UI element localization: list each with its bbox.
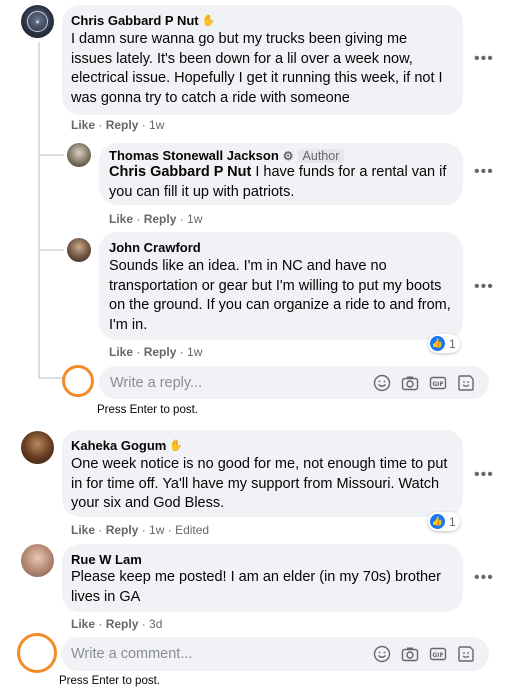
comment-author[interactable]: Rue W Lam xyxy=(71,552,142,567)
svg-text:GIF: GIF xyxy=(432,652,443,659)
emoji-icon[interactable] xyxy=(373,374,391,392)
reply-input-tools: GIF xyxy=(373,374,475,392)
user-avatar-highlight xyxy=(62,365,94,397)
comment-author[interactable]: Chris Gabbard P Nut ✋ xyxy=(71,13,215,28)
svg-text:GIF: GIF xyxy=(432,381,443,388)
svg-text:✶: ✶ xyxy=(35,19,41,27)
reply-actions: Like · Reply · 1w xyxy=(109,345,203,359)
like-link[interactable]: Like xyxy=(71,617,95,631)
avatar[interactable]: ✶ xyxy=(21,5,54,38)
wave-icon: ✋ xyxy=(201,15,216,27)
reply-author[interactable]: John Crawford xyxy=(109,240,201,255)
reply-link[interactable]: Reply xyxy=(106,617,139,631)
more-options-icon[interactable]: ••• xyxy=(474,278,494,296)
timestamp[interactable]: 1w xyxy=(149,118,164,132)
comment-text: Please keep me posted! I am an elder (in… xyxy=(71,569,441,605)
reply-actions: Like · Reply · 1w xyxy=(109,212,203,226)
like-link[interactable]: Like xyxy=(109,212,133,226)
like-link[interactable]: Like xyxy=(109,345,133,359)
avatar[interactable] xyxy=(21,544,54,577)
like-link[interactable]: Like xyxy=(71,118,95,132)
reply-link[interactable]: Reply xyxy=(106,523,139,537)
more-options-icon[interactable]: ••• xyxy=(474,50,494,68)
reaction-number: 1 xyxy=(449,514,456,529)
like-reaction-icon: 👍 xyxy=(430,514,445,529)
author-name[interactable]: Chris Gabbard P Nut xyxy=(71,13,199,28)
author-name[interactable]: Thomas Stonewall Jackson xyxy=(109,148,279,163)
reply-hint: Press Enter to post. xyxy=(97,404,198,416)
avatar[interactable] xyxy=(67,238,91,262)
reply-placeholder: Write a reply... xyxy=(110,375,203,391)
reply-link[interactable]: Reply xyxy=(144,345,177,359)
more-options-icon[interactable]: ••• xyxy=(474,466,494,484)
reply-text: Sounds like an idea. I'm in NC and have … xyxy=(109,258,451,333)
like-link[interactable]: Like xyxy=(71,523,95,537)
more-options-icon[interactable]: ••• xyxy=(474,163,494,181)
author-tag: Author xyxy=(297,149,345,163)
thread-connector xyxy=(38,154,64,156)
wave-icon: ✋ xyxy=(169,440,184,452)
settings-badge-icon: ⚙ xyxy=(282,149,294,163)
comment-hint: Press Enter to post. xyxy=(59,675,160,687)
thread-connector xyxy=(38,377,64,379)
comment-actions: Like · Reply · 1w xyxy=(71,118,165,132)
thread-connector xyxy=(38,249,64,251)
emoji-icon[interactable] xyxy=(373,645,391,663)
timestamp[interactable]: 1w xyxy=(149,523,164,537)
like-reaction-icon: 👍 xyxy=(430,336,445,351)
comment-placeholder: Write a comment... xyxy=(71,646,193,662)
user-avatar-highlight xyxy=(17,633,57,673)
author-name[interactable]: Kaheka Gogum xyxy=(71,438,166,453)
gif-icon[interactable]: GIF xyxy=(429,645,447,663)
reply-link[interactable]: Reply xyxy=(106,118,139,132)
reply-link[interactable]: Reply xyxy=(144,212,177,226)
reaction-count[interactable]: 👍 1 xyxy=(428,334,460,353)
camera-icon[interactable] xyxy=(401,374,419,392)
more-options-icon[interactable]: ••• xyxy=(474,569,494,587)
thread-line xyxy=(38,42,40,377)
sticker-icon[interactable] xyxy=(457,645,475,663)
comment-actions: Like · Reply · 3d xyxy=(71,617,163,631)
avatar-image-icon: ✶ xyxy=(27,11,48,32)
avatar[interactable] xyxy=(67,143,91,167)
reaction-number: 1 xyxy=(449,336,456,351)
comment-input-tools: GIF xyxy=(373,645,475,663)
edited-label[interactable]: Edited xyxy=(175,523,209,537)
comment-actions: Like · Reply · 1w · Edited xyxy=(71,523,210,537)
timestamp[interactable]: 3d xyxy=(149,617,162,631)
reaction-count[interactable]: 👍 1 xyxy=(428,512,460,531)
comment-text: I damn sure wanna go but my trucks been … xyxy=(71,31,443,106)
sticker-icon[interactable] xyxy=(457,374,475,392)
gif-icon[interactable]: GIF xyxy=(429,374,447,392)
timestamp[interactable]: 1w xyxy=(187,345,202,359)
timestamp[interactable]: 1w xyxy=(187,212,202,226)
comment-author[interactable]: Kaheka Gogum ✋ xyxy=(71,438,183,453)
reply-text: Chris Gabbard P Nut I have funds for a r… xyxy=(109,163,454,202)
reply-author[interactable]: Thomas Stonewall Jackson ⚙ Author xyxy=(109,148,345,163)
camera-icon[interactable] xyxy=(401,645,419,663)
avatar[interactable] xyxy=(21,431,54,464)
mention-link[interactable]: Chris Gabbard P Nut xyxy=(109,164,251,180)
comment-text: One week notice is no good for me, not e… xyxy=(71,456,448,511)
